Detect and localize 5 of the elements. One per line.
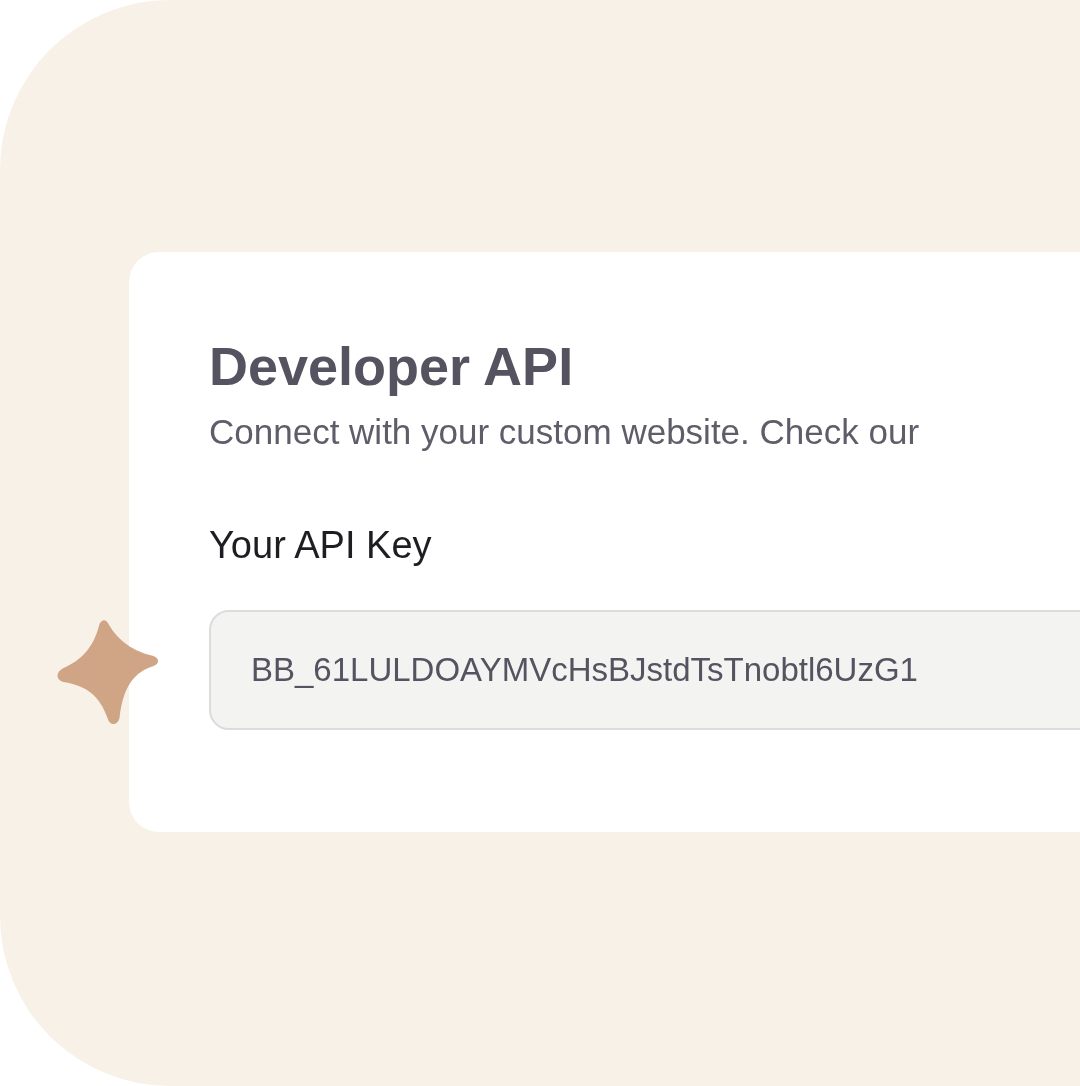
field-label: Your API Key [209,522,433,568]
api-key-field[interactable]: BB_61LULDOAYMVcHsBJstdTsTnobtl6UzG1 [209,610,1080,731]
card-subtitle: Connect with your custom website. Check our [209,410,921,453]
sparkle-icon [57,620,158,724]
card-title: Developer API [209,335,575,398]
